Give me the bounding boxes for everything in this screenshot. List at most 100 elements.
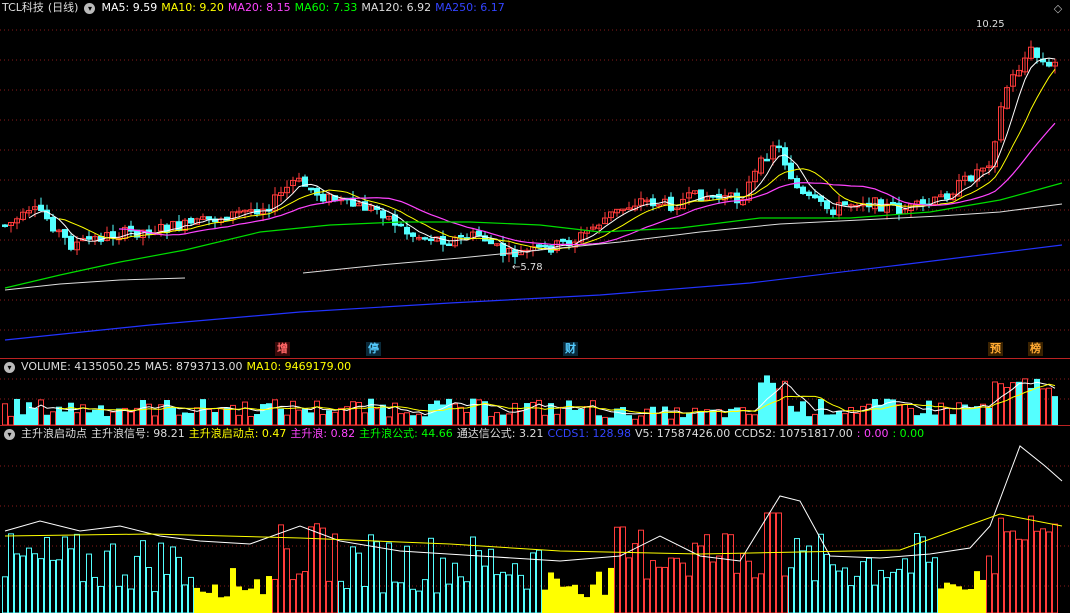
indicator-bar — [224, 596, 230, 613]
volume-bar — [698, 410, 704, 425]
period-label: (日线) — [47, 1, 79, 14]
volume-pane[interactable]: ▾ VOLUME: 4135050.25 MA5: 8793713.00 MA1… — [0, 359, 1070, 425]
indicator-bar — [422, 579, 428, 613]
indicator-bar — [962, 589, 968, 613]
volume-bar — [458, 406, 464, 425]
indicator-bar — [476, 550, 482, 613]
volume-bar — [158, 404, 164, 425]
volume-bar — [1034, 378, 1040, 425]
volume-bar — [32, 408, 38, 425]
volume-bar — [200, 399, 206, 425]
volume-bar — [686, 412, 692, 425]
volume-bar — [446, 398, 452, 425]
indicator-bar — [596, 571, 602, 613]
indicator-bar — [782, 575, 788, 613]
candle-body — [206, 216, 212, 220]
volume-bar — [788, 405, 794, 425]
indicator-collapse-icon[interactable]: ▾ — [4, 428, 15, 440]
volume-bar — [404, 412, 410, 425]
event-tag-bang[interactable]: 榜 — [1028, 342, 1043, 356]
candle-body — [68, 235, 74, 250]
volume-bar — [140, 400, 146, 425]
indicator-bar — [164, 573, 170, 613]
volume-bar — [950, 414, 956, 425]
indicator-bar — [872, 584, 878, 613]
indicator-bar — [518, 574, 524, 613]
indicator-bar — [632, 543, 638, 613]
volume-collapse-icon[interactable]: ▾ — [4, 361, 15, 373]
indicator-bar — [824, 553, 830, 613]
volume-bar — [188, 412, 194, 425]
indicator-bar — [470, 536, 476, 613]
volume-bar — [830, 414, 836, 425]
volume-bar — [488, 415, 494, 425]
indicator-bar — [302, 571, 308, 613]
ma5-label: MA5: 9.59 — [101, 1, 158, 14]
candle-body — [410, 232, 416, 237]
indicator-bar — [446, 583, 452, 613]
indicator-bar — [50, 559, 56, 613]
indicator-bar — [794, 538, 800, 613]
volume-bar — [986, 407, 992, 425]
candle-body — [422, 237, 428, 240]
volume-bar — [770, 382, 776, 425]
volume-bar — [254, 414, 260, 425]
indicator-bar — [494, 574, 500, 613]
volume-bar — [812, 413, 818, 425]
indicator-bar — [362, 585, 368, 613]
indicator-bar — [680, 562, 686, 613]
volume-bar — [662, 406, 668, 425]
indicator-bar — [266, 576, 272, 613]
indicator-bar — [800, 550, 806, 613]
volume-bar — [692, 407, 698, 425]
event-tag-ting[interactable]: 停 — [366, 342, 381, 356]
indicator-bar — [392, 581, 398, 613]
volume-bar — [308, 412, 314, 425]
volume-bar — [92, 409, 98, 425]
collapse-icon[interactable]: ▾ — [84, 2, 96, 14]
event-tag-cai[interactable]: 财 — [563, 342, 578, 356]
event-tag-yu[interactable]: 预 — [988, 342, 1003, 356]
indicator-bar — [968, 589, 974, 613]
ma60-label: MA60: 7.33 — [294, 1, 358, 14]
indicator-bar — [896, 568, 902, 613]
volume-bar — [314, 400, 320, 425]
indicator-bar — [620, 526, 626, 613]
volume-bar — [722, 417, 728, 425]
volume-bar — [260, 404, 266, 425]
price-pane[interactable]: TCL科技 (日线) ▾ MA5: 9.59 MA10: 9.20 MA20: … — [0, 0, 1070, 358]
volume-bar — [554, 413, 560, 425]
volume-bar — [56, 406, 62, 425]
volume-bar — [542, 414, 548, 425]
indicator-bar — [26, 547, 32, 613]
volume-bar — [1028, 387, 1034, 425]
indicator-bar — [350, 546, 356, 613]
volume-bar — [194, 407, 200, 425]
volume-bar — [866, 403, 872, 425]
indicator-bar — [200, 591, 206, 613]
volume-bar — [2, 403, 8, 425]
indicator-bar — [626, 557, 632, 613]
indicator-bar — [32, 553, 38, 613]
indicator-bar — [248, 588, 254, 613]
volume-bar — [242, 401, 248, 425]
ma10-line — [58, 68, 1056, 251]
indicator-extra2: : 0.00 — [892, 427, 925, 440]
candle-body — [188, 218, 194, 224]
candle-body — [446, 243, 452, 246]
candle-body — [404, 226, 410, 235]
indicator-pane[interactable]: ▾ 主升浪启动点 主升浪信号: 98.21 主升浪启动点: 0.47 主升浪: … — [0, 426, 1070, 613]
indicator-bar — [938, 588, 944, 613]
volume-bar — [434, 400, 440, 425]
indicator-bar — [908, 572, 914, 613]
indicator-bar — [128, 588, 134, 613]
volume-bar — [482, 401, 488, 425]
volume-bar — [854, 412, 860, 425]
event-tag-zeng[interactable]: 增 — [275, 342, 290, 356]
indicator-bar — [500, 571, 506, 613]
volume-bar — [818, 398, 824, 425]
volume-ma5: MA5: 8793713.00 — [144, 360, 243, 373]
indicator-bar — [2, 576, 8, 613]
candle-body — [2, 224, 8, 227]
volume-bar — [452, 403, 458, 425]
